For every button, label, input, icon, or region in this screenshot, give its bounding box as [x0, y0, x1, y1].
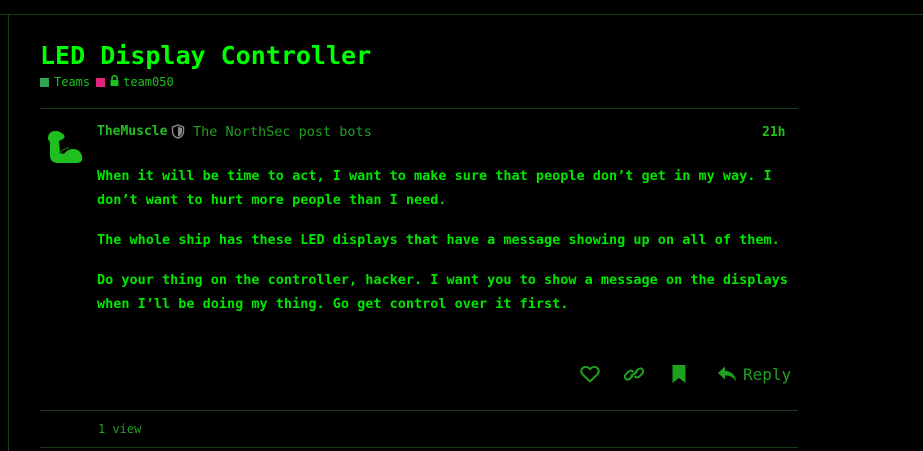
reply-label: Reply: [743, 364, 792, 384]
category-team050[interactable]: team050: [96, 74, 174, 89]
category-teams[interactable]: Teams: [40, 75, 90, 89]
post-body: When it will be time to act, I want to m…: [97, 164, 797, 332]
topic-title[interactable]: LED Display Controller: [40, 40, 371, 72]
like-button[interactable]: [580, 362, 600, 386]
view-count: 1 view: [98, 422, 142, 436]
bookmark-button[interactable]: [671, 362, 687, 386]
post-paragraph: The whole ship has these LED displays th…: [97, 232, 780, 248]
post-username[interactable]: TheMuscle: [97, 124, 167, 139]
bookmark-icon: [672, 365, 686, 383]
category-label: team050: [123, 75, 174, 89]
user-title: The NorthSec post bots: [193, 124, 372, 140]
flexed-biceps-icon: [48, 131, 83, 163]
reply-button[interactable]: Reply: [717, 362, 791, 386]
avatar[interactable]: [44, 126, 84, 166]
footer-divider: [40, 447, 798, 448]
link-icon: [624, 367, 644, 381]
lock-icon: [110, 74, 119, 89]
shield-icon: [171, 124, 185, 139]
copy-link-button[interactable]: [624, 362, 644, 386]
category-label: Teams: [54, 75, 91, 89]
post-actions: Reply: [0, 362, 923, 386]
post-paragraph: When it will be time to act, I want to m…: [97, 168, 772, 208]
header-divider: [0, 14, 923, 15]
post-date[interactable]: 21h: [762, 125, 785, 140]
post-divider: [40, 108, 798, 109]
heart-icon: [580, 365, 600, 383]
topic-categories: Teams team050: [40, 74, 174, 90]
post-paragraph: Do your thing on the controller, hacker.…: [97, 272, 788, 312]
category-color-swatch: [40, 77, 49, 87]
reply-icon: [718, 366, 736, 382]
category-color-swatch: [96, 77, 106, 87]
post-divider: [40, 410, 798, 411]
